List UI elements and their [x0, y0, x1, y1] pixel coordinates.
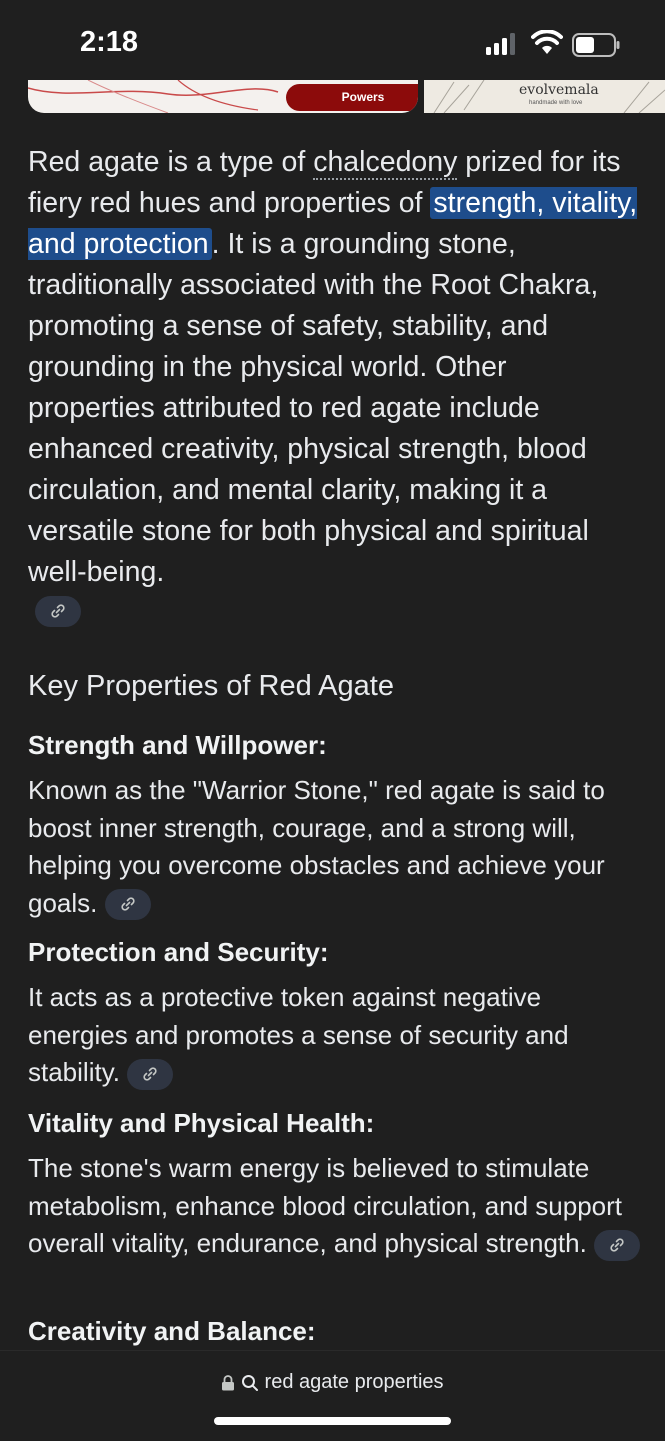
property-section: Creativity and Balance:: [28, 1314, 643, 1348]
image-card[interactable]: evolvemala handmade with love: [424, 80, 665, 113]
property-title: Vitality and Physical Health:: [28, 1108, 375, 1138]
overview-text: Red agate is a type of: [28, 146, 314, 178]
image-strip: Powers evolvemala handmade with love: [0, 80, 665, 114]
brand-logo: evolvemala: [519, 82, 599, 98]
url-text: red agate properties: [264, 1371, 444, 1394]
brand-tagline: handmade with love: [529, 100, 583, 106]
property-text: It acts as a protective token against ne…: [28, 982, 569, 1087]
home-indicator[interactable]: [214, 1417, 451, 1425]
link-icon: [121, 897, 135, 911]
overview-text: . It is a grounding stone, traditionally…: [28, 228, 599, 588]
status-time: 2:18: [80, 26, 139, 58]
property-section: Protection and Security: It acts as a pr…: [28, 935, 643, 1092]
source-link-button[interactable]: [35, 596, 81, 627]
property-section: Strength and Willpower: Known as the "Wa…: [28, 728, 643, 922]
property-description: It acts as a protective token against ne…: [28, 979, 643, 1092]
property-title: Creativity and Balance:: [28, 1316, 316, 1346]
section-heading: Key Properties of Red Agate: [28, 670, 394, 702]
link-icon: [51, 604, 65, 618]
address-bar[interactable]: red agate properties: [0, 1350, 665, 1441]
lock-icon: [222, 1374, 235, 1391]
link-icon: [143, 1067, 157, 1081]
property-title: Protection and Security:: [28, 937, 329, 967]
source-link-button[interactable]: [594, 1229, 641, 1261]
property-title: Strength and Willpower:: [28, 730, 327, 760]
search-icon: [241, 1374, 258, 1391]
status-bar: 2:18: [0, 0, 665, 80]
battery-icon: [572, 33, 620, 57]
source-link-button[interactable]: [104, 889, 151, 921]
property-description: Known as the "Warrior Stone," red agate …: [28, 772, 643, 922]
overview-paragraph: Red agate is a type of chalcedony prized…: [28, 142, 638, 593]
chalcedony-link[interactable]: chalcedony: [313, 146, 458, 180]
property-section: Vitality and Physical Health: The stone'…: [28, 1106, 643, 1263]
image-card[interactable]: Powers: [28, 80, 418, 113]
property-description: The stone's warm energy is believed to s…: [28, 1150, 643, 1263]
property-text: The stone's warm energy is believed to s…: [28, 1153, 623, 1258]
url-display[interactable]: red agate properties: [0, 1371, 665, 1394]
powers-label: Powers: [286, 84, 418, 111]
source-link-button[interactable]: [127, 1058, 174, 1090]
link-icon: [610, 1238, 624, 1252]
wifi-icon: [531, 30, 563, 54]
cellular-signal-icon: [486, 33, 515, 55]
